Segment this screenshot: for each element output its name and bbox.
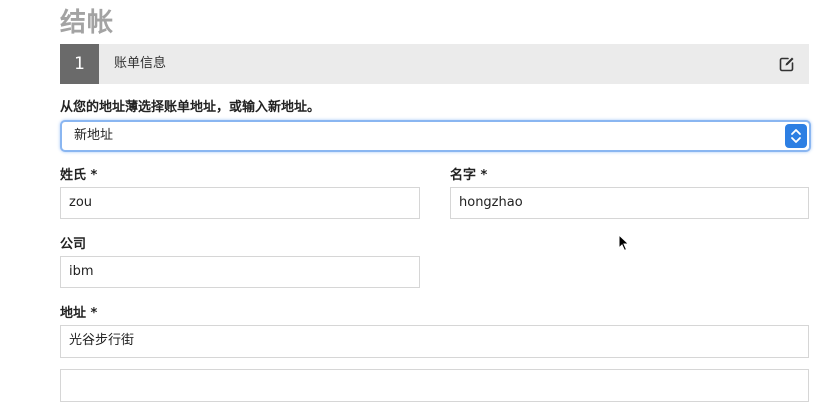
step-title: 账单信息 bbox=[114, 56, 167, 71]
mouse-cursor-icon bbox=[618, 234, 630, 252]
edit-icon[interactable] bbox=[779, 56, 795, 72]
address-line1-value: 光谷步行街 bbox=[69, 333, 135, 348]
first-name-field[interactable]: hongzhao bbox=[450, 187, 809, 219]
company-field[interactable]: ibm bbox=[60, 256, 420, 288]
company-value: ibm bbox=[69, 264, 94, 279]
address-select-value: 新地址 bbox=[74, 128, 114, 143]
last-name-value: zou bbox=[69, 195, 93, 210]
address-line2-field[interactable] bbox=[60, 369, 809, 402]
last-name-field[interactable]: zou bbox=[60, 187, 420, 219]
select-arrows-icon[interactable] bbox=[785, 124, 807, 148]
address-select[interactable]: 新地址 bbox=[60, 120, 811, 152]
page-title: 结帐 bbox=[60, 8, 115, 38]
last-name-label: 姓氏 * bbox=[60, 168, 98, 183]
first-name-label: 名字 * bbox=[450, 168, 488, 183]
address-label: 地址 * bbox=[60, 306, 98, 321]
company-label: 公司 bbox=[60, 237, 87, 252]
address-line1-field[interactable]: 光谷步行街 bbox=[60, 325, 809, 358]
step-header-billing[interactable]: 1 账单信息 bbox=[60, 44, 809, 84]
first-name-value: hongzhao bbox=[459, 195, 523, 210]
address-book-prompt: 从您的地址薄选择账单地址，或输入新地址。 bbox=[60, 100, 321, 115]
step-number: 1 bbox=[60, 44, 99, 84]
